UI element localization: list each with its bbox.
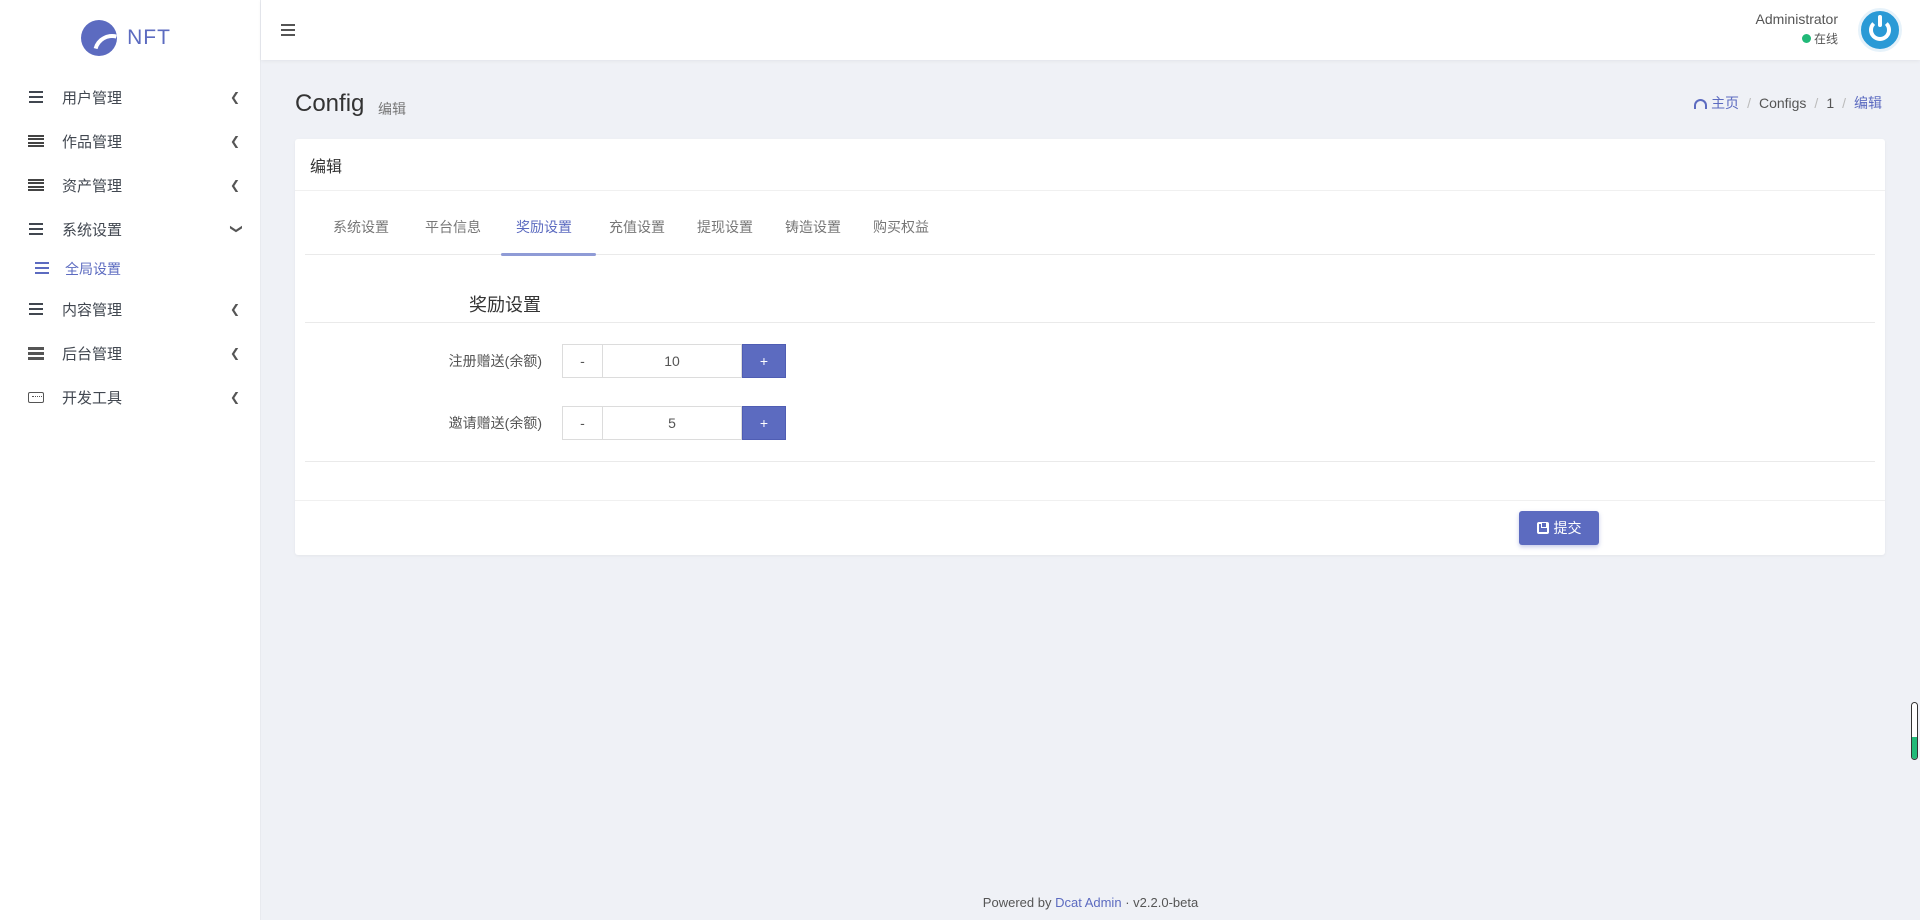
form-divider bbox=[305, 461, 1875, 462]
sidebar-nav: 用户管理 ❮ 作品管理 ❮ 资产管理 ❮ 系统设置 ❮ 全局设置 内容管理 ❮ bbox=[0, 75, 260, 419]
breadcrumb-configs[interactable]: Configs bbox=[1759, 95, 1806, 111]
chevron-left-icon: ❮ bbox=[229, 346, 240, 360]
tab-mint-settings[interactable]: 铸造设置 bbox=[771, 199, 859, 255]
chevron-left-icon: ❮ bbox=[229, 134, 240, 148]
page-title: Config bbox=[295, 90, 365, 117]
tab-reward-settings[interactable]: 奖励设置 bbox=[501, 199, 596, 256]
invite-bonus-input[interactable] bbox=[602, 406, 742, 440]
chevron-left-icon: ❮ bbox=[229, 302, 240, 316]
invite-bonus-increment-button[interactable]: + bbox=[742, 406, 786, 440]
tab-purchase-benefits[interactable]: 购买权益 bbox=[859, 199, 951, 255]
sidebar-item-label: 作品管理 bbox=[62, 133, 123, 151]
user-name: Administrator bbox=[1755, 11, 1838, 27]
sidebar-item-admin-management[interactable]: 后台管理 ❮ bbox=[0, 331, 260, 375]
form-row-register-bonus: 注册赠送(余额) - + bbox=[295, 344, 786, 378]
card-footer-divider bbox=[295, 500, 1885, 501]
dashboard-icon bbox=[1694, 99, 1708, 110]
tab-platform-info[interactable]: 平台信息 bbox=[411, 199, 501, 255]
register-bonus-increment-button[interactable]: + bbox=[742, 344, 786, 378]
register-bonus-label: 注册赠送(余额) bbox=[448, 353, 542, 369]
submit-button[interactable]: 提交 bbox=[1519, 511, 1599, 545]
breadcrumb-separator: / bbox=[1814, 95, 1819, 111]
register-bonus-decrement-button[interactable]: - bbox=[562, 344, 602, 378]
settings-tabs: 系统设置 平台信息 奖励设置 充值设置 提现设置 铸造设置 购买权益 bbox=[305, 199, 1875, 256]
sidebar-item-label: 用户管理 bbox=[62, 89, 123, 107]
save-icon bbox=[1536, 522, 1549, 534]
page-subtitle: 编辑 bbox=[378, 101, 406, 117]
avatar[interactable] bbox=[1858, 8, 1902, 52]
sidebar: NFT 用户管理 ❮ 作品管理 ❮ 资产管理 ❮ 系统设置 ❮ 全局设置 内容管… bbox=[0, 0, 261, 920]
scroll-indicator[interactable] bbox=[1911, 702, 1918, 760]
chevron-left-icon: ❮ bbox=[229, 90, 240, 104]
user-info[interactable]: Administrator 在线 bbox=[1756, 11, 1838, 47]
section-divider bbox=[305, 322, 1875, 323]
scroll-indicator-fill bbox=[1912, 736, 1917, 759]
sidebar-item-label: 后台管理 bbox=[62, 345, 123, 363]
user-status: 在线 bbox=[1756, 30, 1838, 47]
tab-recharge-settings[interactable]: 充值设置 bbox=[596, 199, 683, 255]
register-bonus-stepper: - + bbox=[562, 344, 786, 378]
bars-icon bbox=[28, 223, 44, 235]
sidebar-item-content-management[interactable]: 内容管理 ❮ bbox=[0, 287, 260, 331]
table-icon bbox=[28, 135, 44, 147]
keyboard-icon bbox=[28, 391, 44, 403]
top-navbar: Administrator 在线 bbox=[261, 0, 1920, 60]
online-dot-icon bbox=[1801, 34, 1811, 43]
invite-bonus-stepper: - + bbox=[562, 406, 786, 440]
footer-separator: · bbox=[1125, 895, 1130, 910]
footer: Powered by Dcat Admin · v2.2.0-beta bbox=[261, 895, 1920, 910]
section-title: 奖励设置 bbox=[469, 295, 541, 315]
breadcrumb-separator: / bbox=[1842, 95, 1846, 111]
breadcrumb-home[interactable]: 主页 bbox=[1694, 93, 1739, 113]
brand[interactable]: NFT bbox=[0, 0, 260, 76]
form-row-invite-bonus: 邀请赠送(余额) - + bbox=[295, 406, 786, 440]
breadcrumb-home-label: 主页 bbox=[1711, 95, 1740, 111]
table-icon bbox=[28, 179, 44, 191]
sidebar-item-user-management[interactable]: 用户管理 ❮ bbox=[0, 75, 260, 119]
user-status-text: 在线 bbox=[1813, 32, 1838, 46]
sidebar-item-label: 系统设置 bbox=[62, 221, 123, 239]
chevron-left-icon: ❮ bbox=[229, 390, 240, 404]
invite-bonus-decrement-button[interactable]: - bbox=[562, 406, 602, 440]
chevron-down-icon: ❮ bbox=[227, 223, 242, 235]
sidebar-item-dev-tools[interactable]: 开发工具 ❮ bbox=[0, 375, 260, 419]
sidebar-item-asset-management[interactable]: 资产管理 ❮ bbox=[0, 163, 260, 207]
tab-system-settings[interactable]: 系统设置 bbox=[305, 199, 411, 255]
sidebar-item-works-management[interactable]: 作品管理 ❮ bbox=[0, 119, 260, 163]
sidebar-item-label: 资产管理 bbox=[62, 177, 123, 195]
server-icon bbox=[28, 346, 44, 360]
breadcrumb: 主页 / Configs / 1 / 编辑 bbox=[1694, 93, 1882, 113]
breadcrumb-separator: / bbox=[1747, 95, 1751, 111]
card-title: 编辑 bbox=[295, 139, 1885, 191]
chevron-left-icon: ❮ bbox=[229, 178, 240, 192]
sidebar-subitem-label: 全局设置 bbox=[65, 261, 121, 277]
footer-version: v2.2.0-beta bbox=[1133, 895, 1199, 910]
bars-icon bbox=[35, 261, 49, 277]
submit-label: 提交 bbox=[1553, 520, 1582, 536]
power-icon bbox=[1869, 15, 1891, 41]
brand-name: NFT bbox=[127, 26, 171, 49]
breadcrumb-id[interactable]: 1 bbox=[1826, 95, 1834, 111]
breadcrumb-current: 编辑 bbox=[1854, 95, 1882, 111]
sidebar-subitem-global-settings[interactable]: 全局设置 bbox=[0, 251, 260, 287]
sidebar-item-label: 内容管理 bbox=[62, 301, 123, 319]
bars-icon bbox=[28, 91, 44, 103]
edit-card: 编辑 系统设置 平台信息 奖励设置 充值设置 提现设置 铸造设置 购买权益 奖励… bbox=[295, 139, 1885, 555]
tab-withdraw-settings[interactable]: 提现设置 bbox=[683, 199, 771, 255]
menu-toggle-icon[interactable] bbox=[281, 23, 297, 37]
bars-icon bbox=[28, 303, 44, 315]
footer-prefix: Powered by bbox=[982, 895, 1052, 910]
footer-dcat-link[interactable]: Dcat Admin bbox=[1055, 895, 1121, 910]
register-bonus-input[interactable] bbox=[602, 344, 742, 378]
invite-bonus-label: 邀请赠送(余额) bbox=[448, 415, 542, 431]
sidebar-item-system-settings[interactable]: 系统设置 ❮ bbox=[0, 207, 260, 251]
nft-logo-icon bbox=[81, 20, 118, 56]
sidebar-item-label: 开发工具 bbox=[62, 389, 123, 407]
